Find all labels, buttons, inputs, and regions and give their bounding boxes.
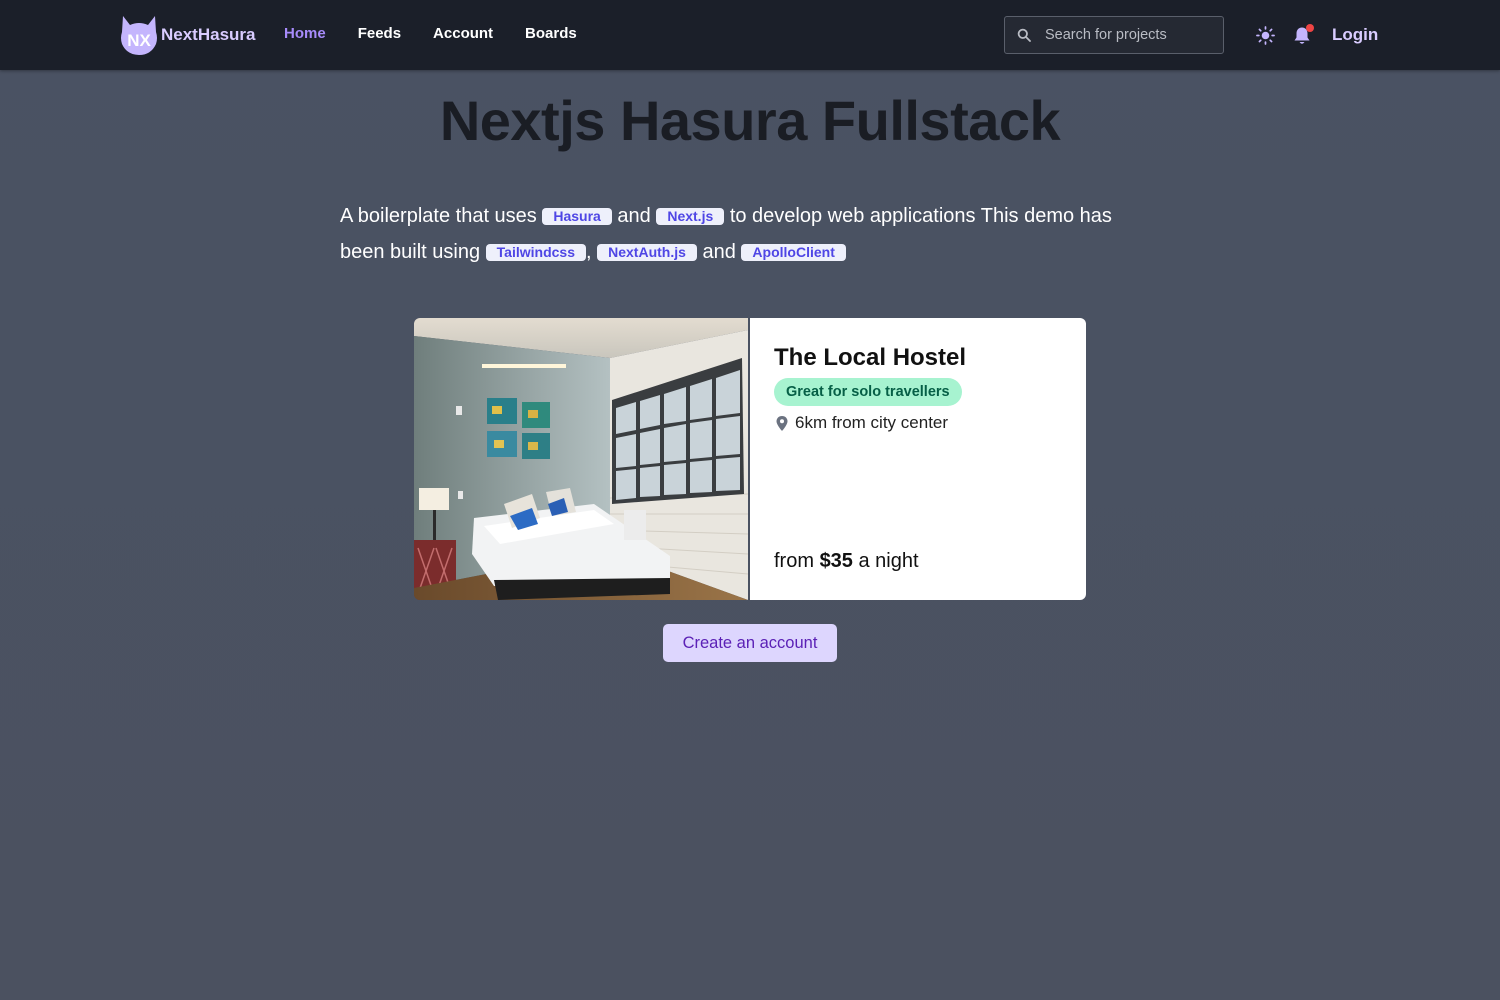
nav-links: Home Feeds Account Boards (284, 25, 609, 42)
sun-icon[interactable] (1256, 26, 1275, 45)
nav-link-boards[interactable]: Boards (525, 25, 577, 42)
intro-paragraph: A boilerplate that uses Hasura and Next.… (340, 198, 1160, 270)
price-prefix: from (774, 550, 814, 572)
search-box (1004, 16, 1224, 54)
nav-link-account[interactable]: Account (433, 25, 493, 42)
brand-link[interactable]: NX NextHasura (120, 14, 256, 56)
hostel-card-body: The Local Hostel Great for solo travelle… (750, 318, 1086, 600)
hostel-title: The Local Hostel (774, 344, 967, 371)
hostel-card[interactable]: The Local Hostel Great for solo travelle… (414, 318, 1086, 600)
search-icon (1017, 28, 1031, 42)
search-input[interactable] (1045, 27, 1215, 43)
location-text: 6km from city center (795, 413, 949, 432)
tech-pill-apolloclient[interactable]: ApolloClient (741, 244, 846, 261)
bedroom-photo-illustration (414, 318, 748, 600)
tech-pill-nextauth[interactable]: NextAuth.js (597, 244, 697, 261)
hostel-badge: Great for solo travellers (774, 378, 962, 406)
map-pin-icon (776, 415, 788, 431)
hostel-location: 6km from city center (776, 413, 948, 433)
brand-name: NextHasura (161, 25, 256, 44)
nav-link-home[interactable]: Home (284, 25, 326, 42)
page-title: Nextjs Hasura Fullstack (439, 89, 1061, 152)
nexthasura-logo-icon: NX (121, 16, 157, 55)
tech-pill-hasura[interactable]: Hasura (542, 208, 612, 225)
hostel-price: from $35 a night (774, 550, 919, 573)
navbar: NX NextHasura Home Feeds Account Boards (0, 0, 1500, 70)
create-account-button[interactable]: Create an account (663, 624, 837, 662)
login-link[interactable]: Login (1332, 25, 1378, 45)
price-suffix: a night (858, 550, 919, 572)
hostel-image (414, 318, 748, 600)
nav-link-feeds[interactable]: Feeds (358, 25, 401, 42)
intro-text-2: and (617, 205, 651, 227)
intro-text-1: A boilerplate that uses (340, 205, 537, 227)
price-value: $35 (819, 550, 853, 572)
notification-dot (1306, 24, 1314, 32)
svg-text:NX: NX (127, 31, 151, 50)
tech-pill-nextjs[interactable]: Next.js (656, 208, 725, 225)
intro-text-5: and (702, 241, 736, 263)
intro-text-4: , (586, 241, 592, 263)
tech-pill-tailwindcss[interactable]: Tailwindcss (485, 244, 586, 261)
